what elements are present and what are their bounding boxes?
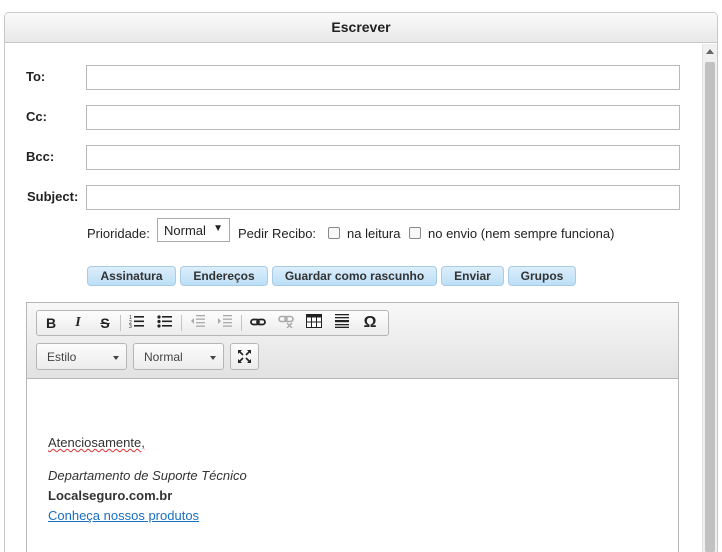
products-link[interactable]: Conheça nossos produtos: [48, 508, 199, 523]
department-text: Departamento de Suporte Técnico: [48, 468, 247, 483]
company-text: Localseguro.com.br: [48, 488, 173, 503]
chevron-down-icon: [210, 356, 216, 360]
italic-icon[interactable]: I: [67, 313, 89, 333]
compose-window: Escrever To: Cc: Bcc: Subject: Prioridad…: [4, 12, 718, 552]
rich-text-editor: B I S 123 Ω Estilo Normal Atenciosamente…: [26, 302, 679, 552]
read-receipt-checkbox[interactable]: [328, 227, 340, 239]
scrollbar-thumb[interactable]: [705, 62, 715, 552]
to-label: To:: [26, 69, 46, 84]
strikethrough-icon[interactable]: S: [94, 313, 116, 333]
window-title: Escrever: [5, 13, 717, 43]
send-receipt-label: no envio (nem sempre funciona): [428, 226, 615, 241]
save-draft-button[interactable]: Guardar como rascunho: [272, 266, 437, 286]
horizontal-rule-icon[interactable]: [331, 313, 353, 333]
send-receipt-checkbox[interactable]: [409, 227, 421, 239]
cc-label: Cc:: [26, 109, 47, 124]
read-receipt-label: na leitura: [347, 226, 401, 241]
style-combo-label: Estilo: [47, 350, 77, 364]
toolbar-button-group: B I S 123 Ω: [36, 310, 389, 336]
cc-field[interactable]: [86, 105, 680, 130]
addresses-button[interactable]: Endereços: [180, 266, 268, 286]
priority-select[interactable]: Normal ▼: [157, 218, 230, 242]
maximize-button[interactable]: [230, 343, 259, 370]
to-field[interactable]: [86, 65, 680, 90]
signature-button[interactable]: Assinatura: [87, 266, 176, 286]
table-icon[interactable]: [303, 313, 325, 333]
closing-text: Atenciosamente,: [48, 435, 145, 450]
svg-text:3: 3: [129, 324, 132, 328]
chevron-down-icon: [113, 356, 119, 360]
bold-icon[interactable]: B: [40, 313, 62, 333]
bcc-field[interactable]: [86, 145, 680, 170]
outdent-icon[interactable]: [187, 313, 209, 333]
format-combo-label: Normal: [144, 350, 183, 364]
format-combo[interactable]: Normal: [133, 343, 224, 370]
maximize-icon: [238, 350, 251, 363]
numbered-list-icon[interactable]: 123: [126, 313, 148, 333]
priority-value: Normal: [164, 223, 206, 238]
indent-icon[interactable]: [214, 313, 236, 333]
dropdown-arrow-icon: ▼: [213, 223, 223, 234]
subject-field[interactable]: [86, 185, 680, 210]
bcc-label: Bcc:: [26, 149, 55, 164]
scroll-up-icon[interactable]: [706, 49, 714, 54]
groups-button[interactable]: Grupos: [508, 266, 576, 286]
send-button[interactable]: Enviar: [441, 266, 504, 286]
special-char-icon[interactable]: Ω: [359, 313, 381, 333]
receipt-label: Pedir Recibo:: [238, 226, 317, 241]
subject-label: Subject:: [27, 189, 79, 204]
style-combo[interactable]: Estilo: [36, 343, 127, 370]
bullet-list-icon[interactable]: [154, 313, 176, 333]
unlink-icon[interactable]: [275, 313, 297, 333]
link-icon[interactable]: [247, 313, 269, 333]
vertical-scrollbar[interactable]: [702, 44, 717, 552]
priority-label: Prioridade:: [87, 226, 150, 241]
editor-toolbar: B I S 123 Ω Estilo Normal: [27, 303, 678, 379]
